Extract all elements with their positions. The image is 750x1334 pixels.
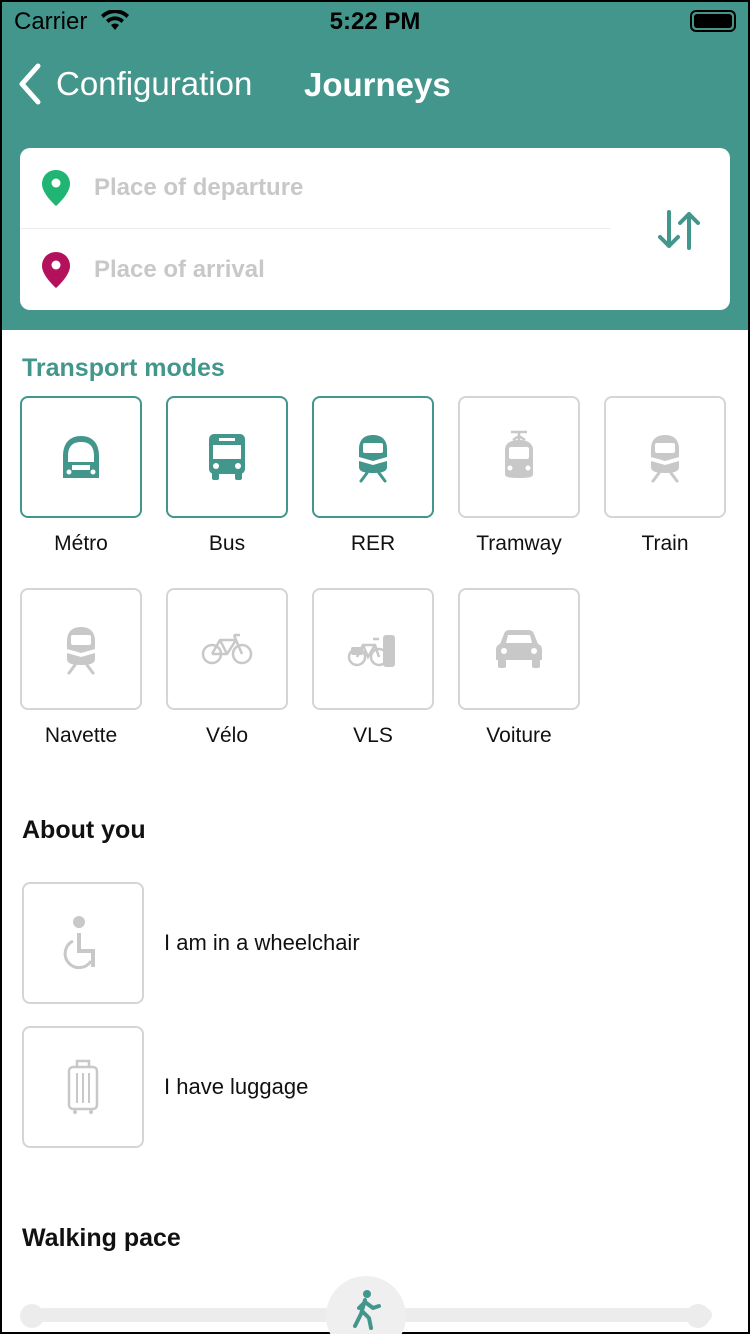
luggage-toggle[interactable]: [22, 1026, 144, 1148]
luggage-icon: [67, 1059, 99, 1114]
departure-pin-icon: [42, 170, 70, 206]
chevron-left-icon: [19, 63, 41, 105]
wheelchair-option[interactable]: I am in a wheelchair: [22, 882, 722, 1004]
mode-label: VLS: [353, 724, 393, 747]
mode-rer[interactable]: RER: [312, 396, 434, 556]
mode-tramway-toggle[interactable]: [458, 396, 580, 518]
car-icon: [496, 630, 542, 668]
luggage-label: I have luggage: [164, 1074, 309, 1099]
tram-icon: [505, 430, 533, 478]
battery-icon: [690, 10, 736, 32]
wheelchair-icon: [63, 916, 95, 970]
mode-velo-toggle[interactable]: [166, 588, 288, 710]
back-button[interactable]: Configuration: [16, 62, 252, 106]
transport-modes-title: Transport modes: [22, 354, 225, 382]
mode-bus[interactable]: Bus: [166, 396, 288, 556]
departure-placeholder: Place of departure: [94, 174, 304, 201]
mode-velo[interactable]: Vélo: [166, 588, 288, 748]
arrival-placeholder: Place of arrival: [94, 256, 265, 283]
departure-field[interactable]: Place of departure: [20, 148, 610, 228]
journey-search-card: Place of departure Place of arrival: [20, 148, 730, 310]
mode-navette[interactable]: Navette: [20, 588, 142, 748]
slider-max-stop: [686, 1304, 710, 1328]
mode-voiture[interactable]: Voiture: [458, 588, 580, 748]
mode-voiture-toggle[interactable]: [458, 588, 580, 710]
clock: 5:22 PM: [329, 8, 421, 35]
field-divider: [20, 228, 610, 229]
mode-vls-toggle[interactable]: [312, 588, 434, 710]
mode-label: RER: [350, 532, 396, 555]
mode-train[interactable]: Train: [604, 396, 726, 556]
mode-navette-toggle[interactable]: [20, 588, 142, 710]
mode-rer-toggle[interactable]: [312, 396, 434, 518]
mode-metro[interactable]: Métro: [20, 396, 142, 556]
mode-vls[interactable]: VLS: [312, 588, 434, 748]
mode-bus-toggle[interactable]: [166, 396, 288, 518]
mode-label: Vélo: [205, 724, 249, 747]
mode-label: Métro: [54, 532, 108, 555]
metro-icon: [63, 436, 99, 478]
rer-icon: [359, 435, 387, 483]
mode-tramway[interactable]: Tramway: [458, 396, 580, 556]
bike-share-icon: [347, 635, 395, 667]
walking-pace-thumb[interactable]: [326, 1276, 406, 1334]
mode-metro-toggle[interactable]: [20, 396, 142, 518]
swap-direction-icon[interactable]: [656, 208, 704, 252]
page-title: Journeys: [304, 66, 451, 103]
shuttle-icon: [67, 627, 95, 675]
mode-label: Bus: [208, 532, 246, 555]
wheelchair-toggle[interactable]: [22, 882, 144, 1004]
wheelchair-label: I am in a wheelchair: [164, 930, 360, 955]
status-bar: Carrier 5:22 PM: [2, 2, 748, 42]
about-you-title: About you: [22, 816, 146, 844]
walking-person-icon: [353, 1290, 381, 1330]
mode-label: Train: [641, 532, 689, 555]
bus-icon: [209, 434, 245, 480]
slider-min-stop: [20, 1304, 44, 1328]
mode-label: Voiture: [486, 724, 552, 747]
mode-label: Navette: [44, 724, 118, 747]
mode-train-toggle[interactable]: [604, 396, 726, 518]
mode-label: Tramway: [476, 532, 562, 555]
luggage-option[interactable]: I have luggage: [22, 1026, 722, 1148]
arrival-pin-icon: [42, 252, 70, 288]
walking-pace-title: Walking pace: [22, 1224, 181, 1252]
train-icon: [651, 435, 679, 483]
back-label: Configuration: [56, 65, 253, 102]
bike-icon: [201, 633, 253, 665]
arrival-field[interactable]: Place of arrival: [20, 230, 610, 310]
